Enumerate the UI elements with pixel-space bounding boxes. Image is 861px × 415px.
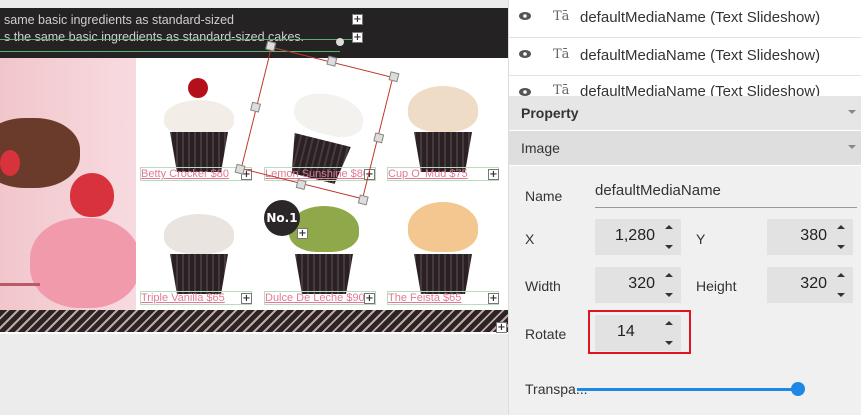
width-field[interactable]: 320 (595, 267, 681, 303)
chevron-down-icon[interactable] (848, 110, 856, 114)
rotate-field[interactable]: 14 (595, 315, 681, 351)
add-plus-icon[interactable]: + (496, 322, 507, 333)
x-label: X (525, 231, 535, 247)
add-plus-icon[interactable]: + (364, 293, 375, 304)
price-label-betty-crocker[interactable]: Betty Crocker $80 (141, 168, 229, 180)
height-label: Height (696, 278, 737, 294)
width-stepper[interactable] (664, 273, 674, 297)
cupcake-image-betty-crocker[interactable] (158, 72, 240, 172)
text-type-icon: Tā (553, 47, 570, 62)
x-field[interactable]: 1,280 (595, 219, 681, 255)
transparency-slider-thumb[interactable] (791, 382, 805, 396)
layer-name[interactable]: defaultMediaName (Text Slideshow) (580, 47, 820, 64)
y-field[interactable]: 380 (767, 219, 853, 255)
stepper-down-icon[interactable] (837, 245, 845, 249)
height-stepper[interactable] (836, 273, 846, 297)
stepper-up-icon[interactable] (665, 273, 673, 277)
stepper-down-icon[interactable] (665, 341, 673, 345)
image-section-header[interactable]: Image (509, 131, 861, 165)
stepper-down-icon[interactable] (665, 293, 673, 297)
striped-footer-band: + (0, 310, 508, 333)
add-plus-icon[interactable]: + (352, 14, 363, 25)
hero-frosting (30, 218, 140, 308)
cherry-icon (188, 78, 208, 98)
x-stepper[interactable] (664, 225, 674, 249)
rotate-stepper[interactable] (664, 321, 674, 345)
layer-name[interactable]: defaultMediaName (Text Slideshow) (580, 9, 820, 26)
height-value: 320 (800, 275, 827, 292)
price-label-the-feista[interactable]: The Feista $65 (388, 292, 461, 304)
price-label-cup-o-mud[interactable]: Cup O' Mud $75 (388, 168, 468, 180)
rotate-handle-icon[interactable] (336, 38, 344, 46)
transparency-slider-track[interactable] (577, 388, 799, 391)
y-label: Y (696, 231, 706, 247)
hero-cupcake-image[interactable] (0, 58, 140, 318)
property-title: Property (521, 105, 579, 121)
image-properties: Name defaultMediaName X 1,280 Y 380 Widt… (509, 166, 861, 415)
property-section-header[interactable]: Property (509, 96, 861, 130)
right-panel: Tā defaultMediaName (Text Slideshow) Tā … (508, 0, 861, 415)
stepper-up-icon[interactable] (665, 225, 673, 229)
hero-stand (0, 283, 40, 286)
x-value: 1,280 (614, 227, 655, 244)
add-plus-icon[interactable]: + (352, 32, 363, 43)
strawberry-icon (0, 150, 20, 176)
no1-badge[interactable]: No.1 (264, 200, 300, 236)
eye-icon[interactable] (519, 50, 531, 58)
add-plus-icon[interactable]: + (297, 228, 308, 239)
slide[interactable]: same basic ingredients as standard-sized… (0, 8, 508, 334)
y-value: 380 (800, 227, 827, 244)
layer-row[interactable]: Tā defaultMediaName (Text Slideshow) (509, 38, 861, 76)
stepper-up-icon[interactable] (837, 225, 845, 229)
price-label-triple-vanilla[interactable]: Triple Vanilla $65 (141, 292, 225, 304)
width-value: 320 (628, 275, 655, 292)
add-plus-icon[interactable]: + (488, 293, 499, 304)
stepper-down-icon[interactable] (837, 293, 845, 297)
image-title: Image (521, 140, 560, 156)
height-field[interactable]: 320 (767, 267, 853, 303)
y-stepper[interactable] (836, 225, 846, 249)
name-label: Name (525, 188, 563, 204)
stepper-down-icon[interactable] (665, 245, 673, 249)
text-guide-line (0, 39, 360, 40)
eye-icon[interactable] (519, 88, 531, 96)
price-label-dulce-de-leche[interactable]: Dulce De Leche $90 (265, 292, 365, 304)
cupcake-image-the-feista[interactable] (402, 198, 484, 294)
design-canvas[interactable]: same basic ingredients as standard-sized… (0, 0, 508, 415)
chevron-down-icon[interactable] (848, 145, 856, 149)
stepper-up-icon[interactable] (837, 273, 845, 277)
layer-row[interactable]: Tā defaultMediaName (Text Slideshow) (509, 76, 861, 98)
strawberry-icon (70, 173, 114, 217)
cupcake-image-triple-vanilla[interactable] (158, 204, 240, 294)
stepper-up-icon[interactable] (665, 321, 673, 325)
cupcake-image-cup-o-mud[interactable] (402, 72, 484, 172)
width-label: Width (525, 278, 561, 294)
layer-row[interactable]: Tā defaultMediaName (Text Slideshow) (509, 0, 861, 38)
name-field[interactable]: defaultMediaName (595, 178, 857, 208)
headline-text-2[interactable]: s the same basic ingredients as standard… (4, 30, 304, 44)
name-value: defaultMediaName (595, 182, 721, 199)
eye-icon[interactable] (519, 12, 531, 20)
add-plus-icon[interactable]: + (241, 293, 252, 304)
app-root: same basic ingredients as standard-sized… (0, 0, 861, 415)
headline-text-1[interactable]: same basic ingredients as standard-sized (4, 13, 234, 27)
rotate-value: 14 (617, 323, 635, 340)
add-plus-icon[interactable]: + (488, 169, 499, 180)
rotate-label: Rotate (525, 326, 567, 342)
slide-header-bar: same basic ingredients as standard-sized… (0, 8, 508, 58)
text-type-icon: Tā (553, 9, 570, 24)
